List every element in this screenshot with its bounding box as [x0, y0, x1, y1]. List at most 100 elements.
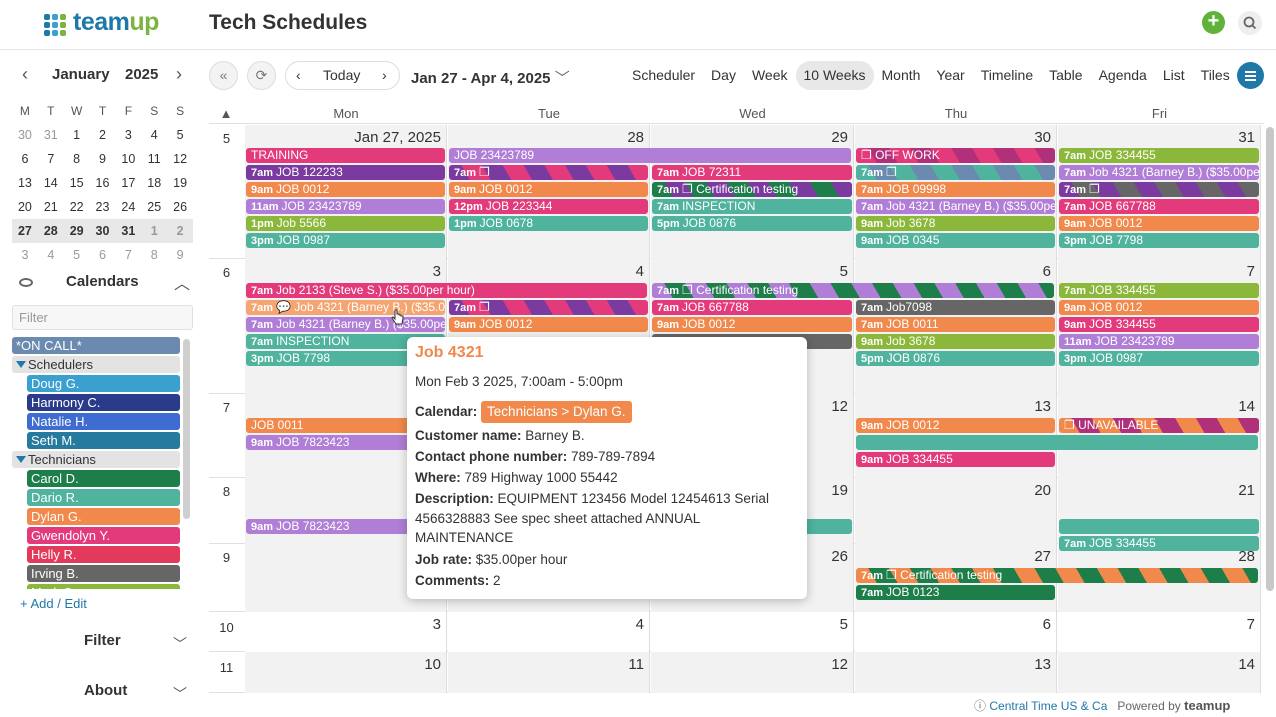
day-cell[interactable]: 3	[245, 612, 447, 652]
mini-day[interactable]: 22	[64, 200, 90, 214]
view-tab[interactable]: Tiles	[1193, 61, 1238, 90]
mini-day[interactable]: 5	[64, 248, 90, 262]
day-number[interactable]: 29	[831, 129, 848, 146]
mini-day[interactable]: 12	[167, 152, 193, 166]
calendar-event[interactable]: 7am JOB 0123	[856, 585, 1055, 600]
mini-day[interactable]: 3	[115, 128, 141, 142]
calendar-event[interactable]: 7am JOB 122233	[246, 165, 445, 180]
calendar-item[interactable]: Natalie H.	[27, 413, 180, 430]
collapse-up-icon[interactable]: ▲	[219, 106, 233, 121]
calendar-item[interactable]: Dario R.	[27, 489, 180, 506]
view-tab[interactable]: Timeline	[973, 61, 1041, 90]
mini-day[interactable]: 31	[115, 224, 141, 238]
mini-next-month-icon[interactable]: ›	[176, 64, 182, 85]
day-number[interactable]: 28	[627, 129, 644, 146]
day-number[interactable]: 3	[433, 616, 441, 633]
calendar-event[interactable]: 7am Job 4321 (Barney B.) ($35.00per	[246, 317, 445, 332]
calendar-item[interactable]: Irving B.	[27, 565, 180, 582]
calendar-item[interactable]: Seth M.	[27, 432, 180, 449]
calendar-event[interactable]: 11am JOB 23423789	[246, 199, 445, 214]
calendar-event[interactable]: 12pm JOB 223344	[449, 199, 648, 214]
day-number[interactable]: 4	[636, 263, 644, 280]
mini-day[interactable]: 13	[12, 176, 38, 190]
calendar-event[interactable]: 9am JOB 0012	[246, 182, 445, 197]
day-cell[interactable]: 13	[855, 652, 1057, 693]
calendar-event[interactable]: 3pm JOB 7798	[1059, 233, 1259, 248]
calendar-item[interactable]: Carol D.	[27, 470, 180, 487]
calendar-event[interactable]: 7am Job 4321 (Barney B.) ($35.00per	[1059, 165, 1259, 180]
calendar-event[interactable]: 7am ❐	[449, 300, 648, 315]
calendar-scrollbar[interactable]	[1266, 127, 1274, 591]
day-cell[interactable]: 11	[448, 652, 650, 693]
day-cell[interactable]: 7	[1058, 612, 1261, 652]
week-number[interactable]: 10	[209, 620, 244, 635]
calendar-event[interactable]: 7am ❐	[449, 165, 648, 180]
mini-day[interactable]: 16	[90, 176, 116, 190]
chevron-up-icon[interactable]: ︿	[174, 270, 190, 294]
view-tab[interactable]: List	[1155, 61, 1193, 90]
day-cell[interactable]: 14	[1058, 652, 1261, 693]
calendar-event[interactable]: JOB 23423789	[449, 148, 851, 163]
popup-calendar-chip[interactable]: Technicians > Dylan G.	[481, 401, 632, 423]
day-number[interactable]: 19	[831, 482, 848, 499]
eye-icon[interactable]	[19, 278, 33, 287]
calendar-event[interactable]: 9am JOB 334455	[1059, 317, 1259, 332]
mini-day[interactable]: 20	[12, 200, 38, 214]
calendar-event[interactable]: 7am ❐ Certification testing	[856, 568, 1258, 583]
view-tab[interactable]: Scheduler	[624, 61, 703, 90]
search-button[interactable]	[1238, 11, 1262, 35]
calendar-item[interactable]: *ON CALL*	[12, 337, 180, 354]
calendar-list-scrollbar[interactable]	[183, 339, 190, 519]
calendar-event[interactable]: 11am JOB 23423789	[1059, 334, 1259, 349]
calendar-event[interactable]: 7am JOB 72311	[652, 165, 852, 180]
day-number[interactable]: 20	[1034, 482, 1051, 499]
calendar-event[interactable]: 7am ❐ Certification testing	[652, 283, 1054, 298]
mini-day[interactable]: 17	[115, 176, 141, 190]
mini-day[interactable]: 15	[64, 176, 90, 190]
mini-day[interactable]: 3	[12, 248, 38, 262]
week-number[interactable]: 9	[209, 550, 244, 565]
add-edit-calendars-link[interactable]: + Add / Edit	[20, 596, 87, 611]
calendar-event[interactable]: 9am Job 3678	[856, 334, 1055, 349]
view-tab[interactable]: Table	[1041, 61, 1090, 90]
mini-day[interactable]: 2	[167, 224, 193, 238]
calendar-item[interactable]: Schedulers	[12, 356, 180, 373]
day-number[interactable]: 21	[1238, 482, 1255, 499]
view-tab[interactable]: 10 Weeks	[795, 61, 874, 90]
calendar-event[interactable]: 9am Job 3678	[856, 216, 1055, 231]
calendar-item[interactable]: Doug G.	[27, 375, 180, 392]
mini-day[interactable]: 9	[167, 248, 193, 262]
calendar-event[interactable]: 7am JOB 09998	[856, 182, 1055, 197]
day-number[interactable]: 7	[1247, 616, 1255, 633]
day-number[interactable]: 3	[433, 263, 441, 280]
calendar-event[interactable]: 9am JOB 0012	[449, 182, 648, 197]
mini-day[interactable]: 27	[12, 224, 38, 238]
day-number[interactable]: 13	[1034, 656, 1051, 673]
mini-day[interactable]: 14	[38, 176, 64, 190]
mini-day[interactable]: 8	[141, 248, 167, 262]
calendar-item[interactable]: Helly R.	[27, 546, 180, 563]
mini-day[interactable]: 5	[167, 128, 193, 142]
mini-day[interactable]: 26	[167, 200, 193, 214]
mini-day[interactable]: 6	[90, 248, 116, 262]
mini-day[interactable]: 10	[115, 152, 141, 166]
prev-period-icon[interactable]: ‹	[296, 67, 301, 83]
day-number[interactable]: 6	[1043, 263, 1051, 280]
calendar-event[interactable]: 7am JOB 334455	[1059, 283, 1259, 298]
mini-day[interactable]: 9	[90, 152, 116, 166]
day-number[interactable]: 4	[636, 616, 644, 633]
mini-day[interactable]: 23	[90, 200, 116, 214]
mini-day[interactable]: 1	[141, 224, 167, 238]
day-number[interactable]: 7	[1247, 263, 1255, 280]
day-number[interactable]: 6	[1043, 616, 1051, 633]
collapse-sidebar-button[interactable]: «	[209, 61, 238, 90]
day-number[interactable]: 5	[840, 263, 848, 280]
day-number[interactable]: Jan 27, 2025	[354, 129, 441, 146]
view-tab[interactable]: Day	[703, 61, 744, 90]
calendar-event[interactable]: TRAINING	[246, 148, 445, 163]
mini-day[interactable]: 2	[90, 128, 116, 142]
calendar-event[interactable]: 7am JOB 667788	[1059, 199, 1259, 214]
about-chevron-down-icon[interactable]: ﹀	[173, 684, 187, 704]
calendar-item[interactable]: Technicians	[12, 451, 180, 468]
mini-day[interactable]: 19	[167, 176, 193, 190]
